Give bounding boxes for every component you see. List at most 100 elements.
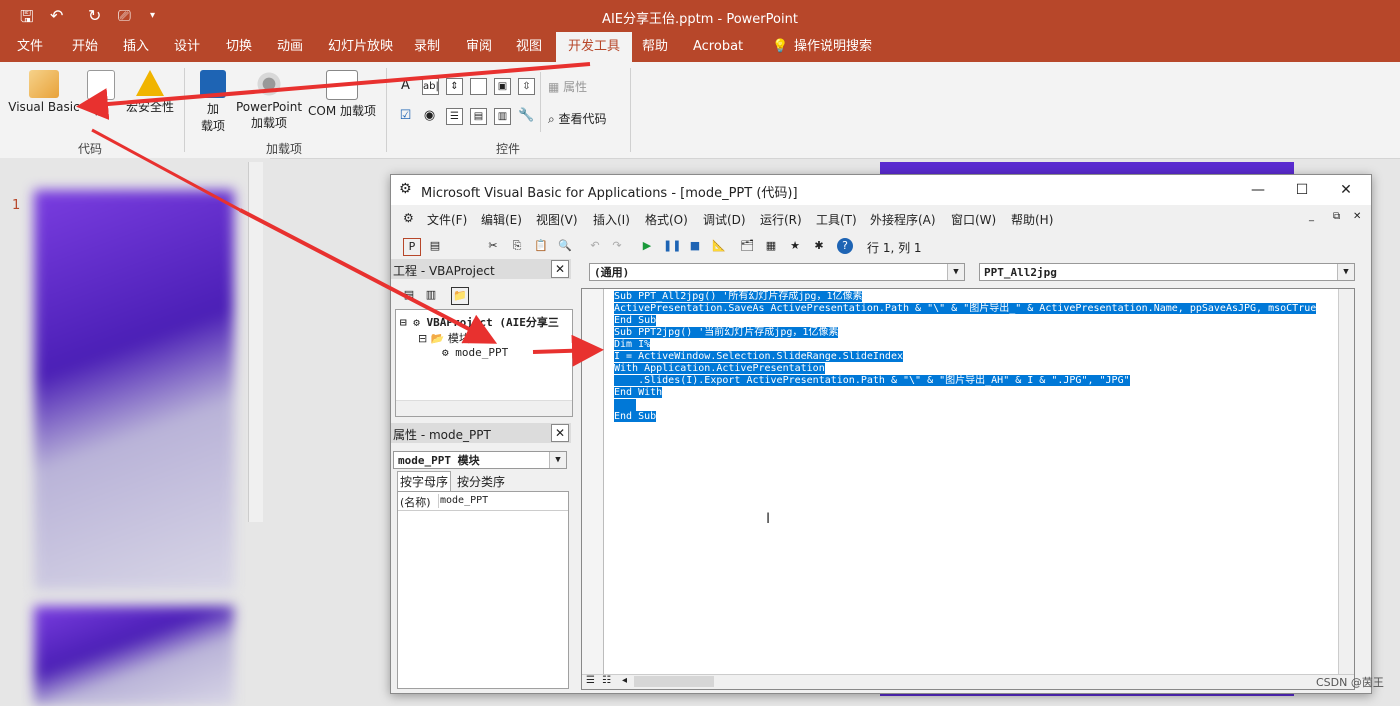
tree-root[interactable]: ⊟ ⚙ VBAProject (AIE分享三 (400, 314, 559, 330)
code-line[interactable]: Sub PPT_All2jpg() '所有幻灯片存成jpg，1亿像素 (614, 291, 863, 303)
tab-home[interactable]: 开始 (66, 32, 104, 62)
menu-file[interactable]: 文件(F) (427, 211, 467, 228)
view-code-icon[interactable]: ▤ (401, 287, 417, 303)
hscroll-thumb[interactable] (634, 676, 714, 687)
code-line[interactable]: With Application.ActivePresentation (614, 363, 825, 375)
full-module-view-icon[interactable]: ☷ (602, 675, 611, 686)
properties-object-select[interactable]: mode_PPT 模块 ▼ (393, 451, 567, 469)
find-icon[interactable]: 🔍 (557, 238, 573, 254)
minimize-icon[interactable]: — (1243, 179, 1273, 201)
menu-view[interactable]: 视图(V) (536, 211, 578, 228)
tab-help[interactable]: 帮助 (636, 32, 674, 62)
more-controls-icon[interactable]: 🔧 (518, 108, 534, 123)
tab-developer[interactable]: 开发工具 (556, 32, 633, 62)
code-line[interactable]: End Sub (614, 411, 657, 423)
combobox-control-icon[interactable]: ▤ (470, 108, 487, 125)
paste-icon[interactable]: 📋 (533, 238, 549, 254)
pause-icon[interactable]: ❚❚ (663, 238, 681, 254)
design-mode-icon[interactable]: 📐 (711, 238, 727, 254)
insert-module-icon[interactable]: ▤ (427, 238, 443, 254)
maximize-icon[interactable]: ☐ (1287, 179, 1317, 201)
menu-help[interactable]: 帮助(H) (1011, 211, 1053, 228)
close-icon[interactable]: ✕ (551, 424, 569, 442)
tab-design[interactable]: 设计 (168, 32, 206, 62)
visual-basic-button[interactable]: Visual Basic (6, 70, 82, 114)
com-addins-button[interactable]: COM 加载项 (306, 70, 378, 119)
menu-addins[interactable]: 外接程序(A) (870, 211, 936, 228)
mdi-restore-icon[interactable]: ⧉ (1333, 211, 1340, 222)
ppt-addins-button[interactable]: PowerPoint 加载项 (234, 70, 304, 131)
addins-button[interactable]: 加 载项 (196, 70, 230, 134)
close-icon[interactable]: ✕ (1331, 179, 1361, 201)
tab-acrobat[interactable]: Acrobat (687, 32, 749, 62)
tell-me-search[interactable]: 操作说明搜索 (788, 32, 878, 62)
object-browser-icon[interactable]: ★ (787, 238, 803, 254)
radio-control-icon[interactable]: ◉ (422, 108, 437, 123)
undo-icon[interactable]: ↶ (587, 238, 603, 254)
procedure-select[interactable]: PPT_All2jpg ▼ (979, 263, 1355, 281)
object-select[interactable]: (通用) ▼ (589, 263, 965, 281)
toggle-folders-icon[interactable]: 📁 (451, 287, 469, 305)
code-line[interactable]: I = ActiveWindow.Selection.SlideRange.Sl… (614, 351, 903, 363)
chevron-left-icon[interactable]: ◂ (622, 675, 627, 686)
cut-icon[interactable]: ✂ (485, 238, 501, 254)
mdi-minimize-icon[interactable]: _ (1309, 211, 1314, 222)
tab-file[interactable]: 文件 (11, 32, 49, 62)
prop-name-value[interactable]: mode_PPT (440, 495, 488, 506)
code-line[interactable]: Dim I% (614, 339, 651, 351)
tab-insert[interactable]: 插入 (117, 32, 155, 62)
macro-button[interactable]: 宏 (86, 70, 116, 119)
label-control-icon[interactable]: A (398, 78, 413, 93)
tab-animations[interactable]: 动画 (271, 32, 309, 62)
view-powerpoint-icon[interactable]: P (403, 238, 421, 256)
menu-window[interactable]: 窗口(W) (951, 211, 996, 228)
checkbox-control-icon[interactable]: ☑ (398, 108, 413, 123)
spin-control-icon[interactable]: ⇕ (446, 78, 463, 95)
tab-slideshow[interactable]: 幻灯片放映 (322, 32, 399, 62)
tab-record[interactable]: 录制 (408, 32, 446, 62)
close-icon[interactable]: ✕ (551, 260, 569, 278)
properties-button[interactable]: ▦ 属性 (548, 78, 587, 95)
code-line[interactable]: Sub PPT2jpg() '当前幻灯片存成jpg，1亿像素 (614, 327, 839, 339)
code-editor[interactable]: Sub PPT_All2jpg() '所有幻灯片存成jpg，1亿像素 Activ… (581, 288, 1355, 690)
code-line[interactable]: End With (614, 387, 663, 399)
procedure-view-icon[interactable]: ☰ (586, 675, 595, 686)
code-line[interactable]: End Sub (614, 315, 657, 327)
image-control-icon[interactable]: ▣ (494, 78, 511, 95)
scrollbar-control-icon[interactable]: ⇳ (518, 78, 535, 95)
listbox-control-icon[interactable]: ☰ (446, 108, 463, 125)
thumbnail-scrollbar[interactable] (248, 162, 263, 522)
menu-debug[interactable]: 调试(D) (703, 211, 746, 228)
button-control-icon[interactable] (470, 78, 487, 95)
tree-module[interactable]: ⚙ mode_PPT (442, 346, 508, 359)
view-code-button[interactable]: ⌕ 查看代码 (548, 110, 607, 127)
menu-format[interactable]: 格式(O) (645, 211, 688, 228)
code-line[interactable] (614, 399, 636, 411)
redo-icon[interactable]: ↷ (609, 238, 625, 254)
tab-review[interactable]: 审阅 (460, 32, 498, 62)
tab-view[interactable]: 视图 (510, 32, 548, 62)
slide-thumbnail[interactable] (34, 190, 234, 590)
run-icon[interactable]: ▶ (639, 238, 655, 254)
toolbox-icon[interactable]: ✱ (811, 238, 827, 254)
slide-thumbnail[interactable] (34, 606, 234, 706)
copy-icon[interactable]: ⎘ (509, 238, 525, 254)
menu-edit[interactable]: 编辑(E) (481, 211, 522, 228)
project-explorer-icon[interactable]: 🗂 (739, 238, 755, 254)
properties-window-icon[interactable]: ▦ (763, 238, 779, 254)
code-hscrollbar[interactable]: ☰ ☷ ◂ (582, 674, 1354, 689)
menu-insert[interactable]: 插入(I) (593, 211, 630, 228)
macro-security-button[interactable]: 宏安全性 (122, 70, 178, 115)
mdi-close-icon[interactable]: ✕ (1353, 211, 1361, 222)
tab-transitions[interactable]: 切换 (220, 32, 258, 62)
code-line[interactable]: ActivePresentation.SaveAs ActivePresenta… (614, 303, 1317, 315)
menu-run[interactable]: 运行(R) (760, 211, 802, 228)
help-icon[interactable]: ? (837, 238, 853, 254)
code-vscrollbar[interactable] (1338, 289, 1354, 674)
tab-categorized[interactable]: 按分类序 (457, 473, 505, 490)
tab-alphabetic[interactable]: 按字母序 (397, 471, 452, 492)
tree-folder[interactable]: ⊟ 📂 模块 (418, 330, 470, 346)
tree-hscrollbar[interactable] (396, 400, 572, 416)
view-object-icon[interactable]: ▥ (423, 287, 439, 303)
menu-tools[interactable]: 工具(T) (816, 211, 857, 228)
